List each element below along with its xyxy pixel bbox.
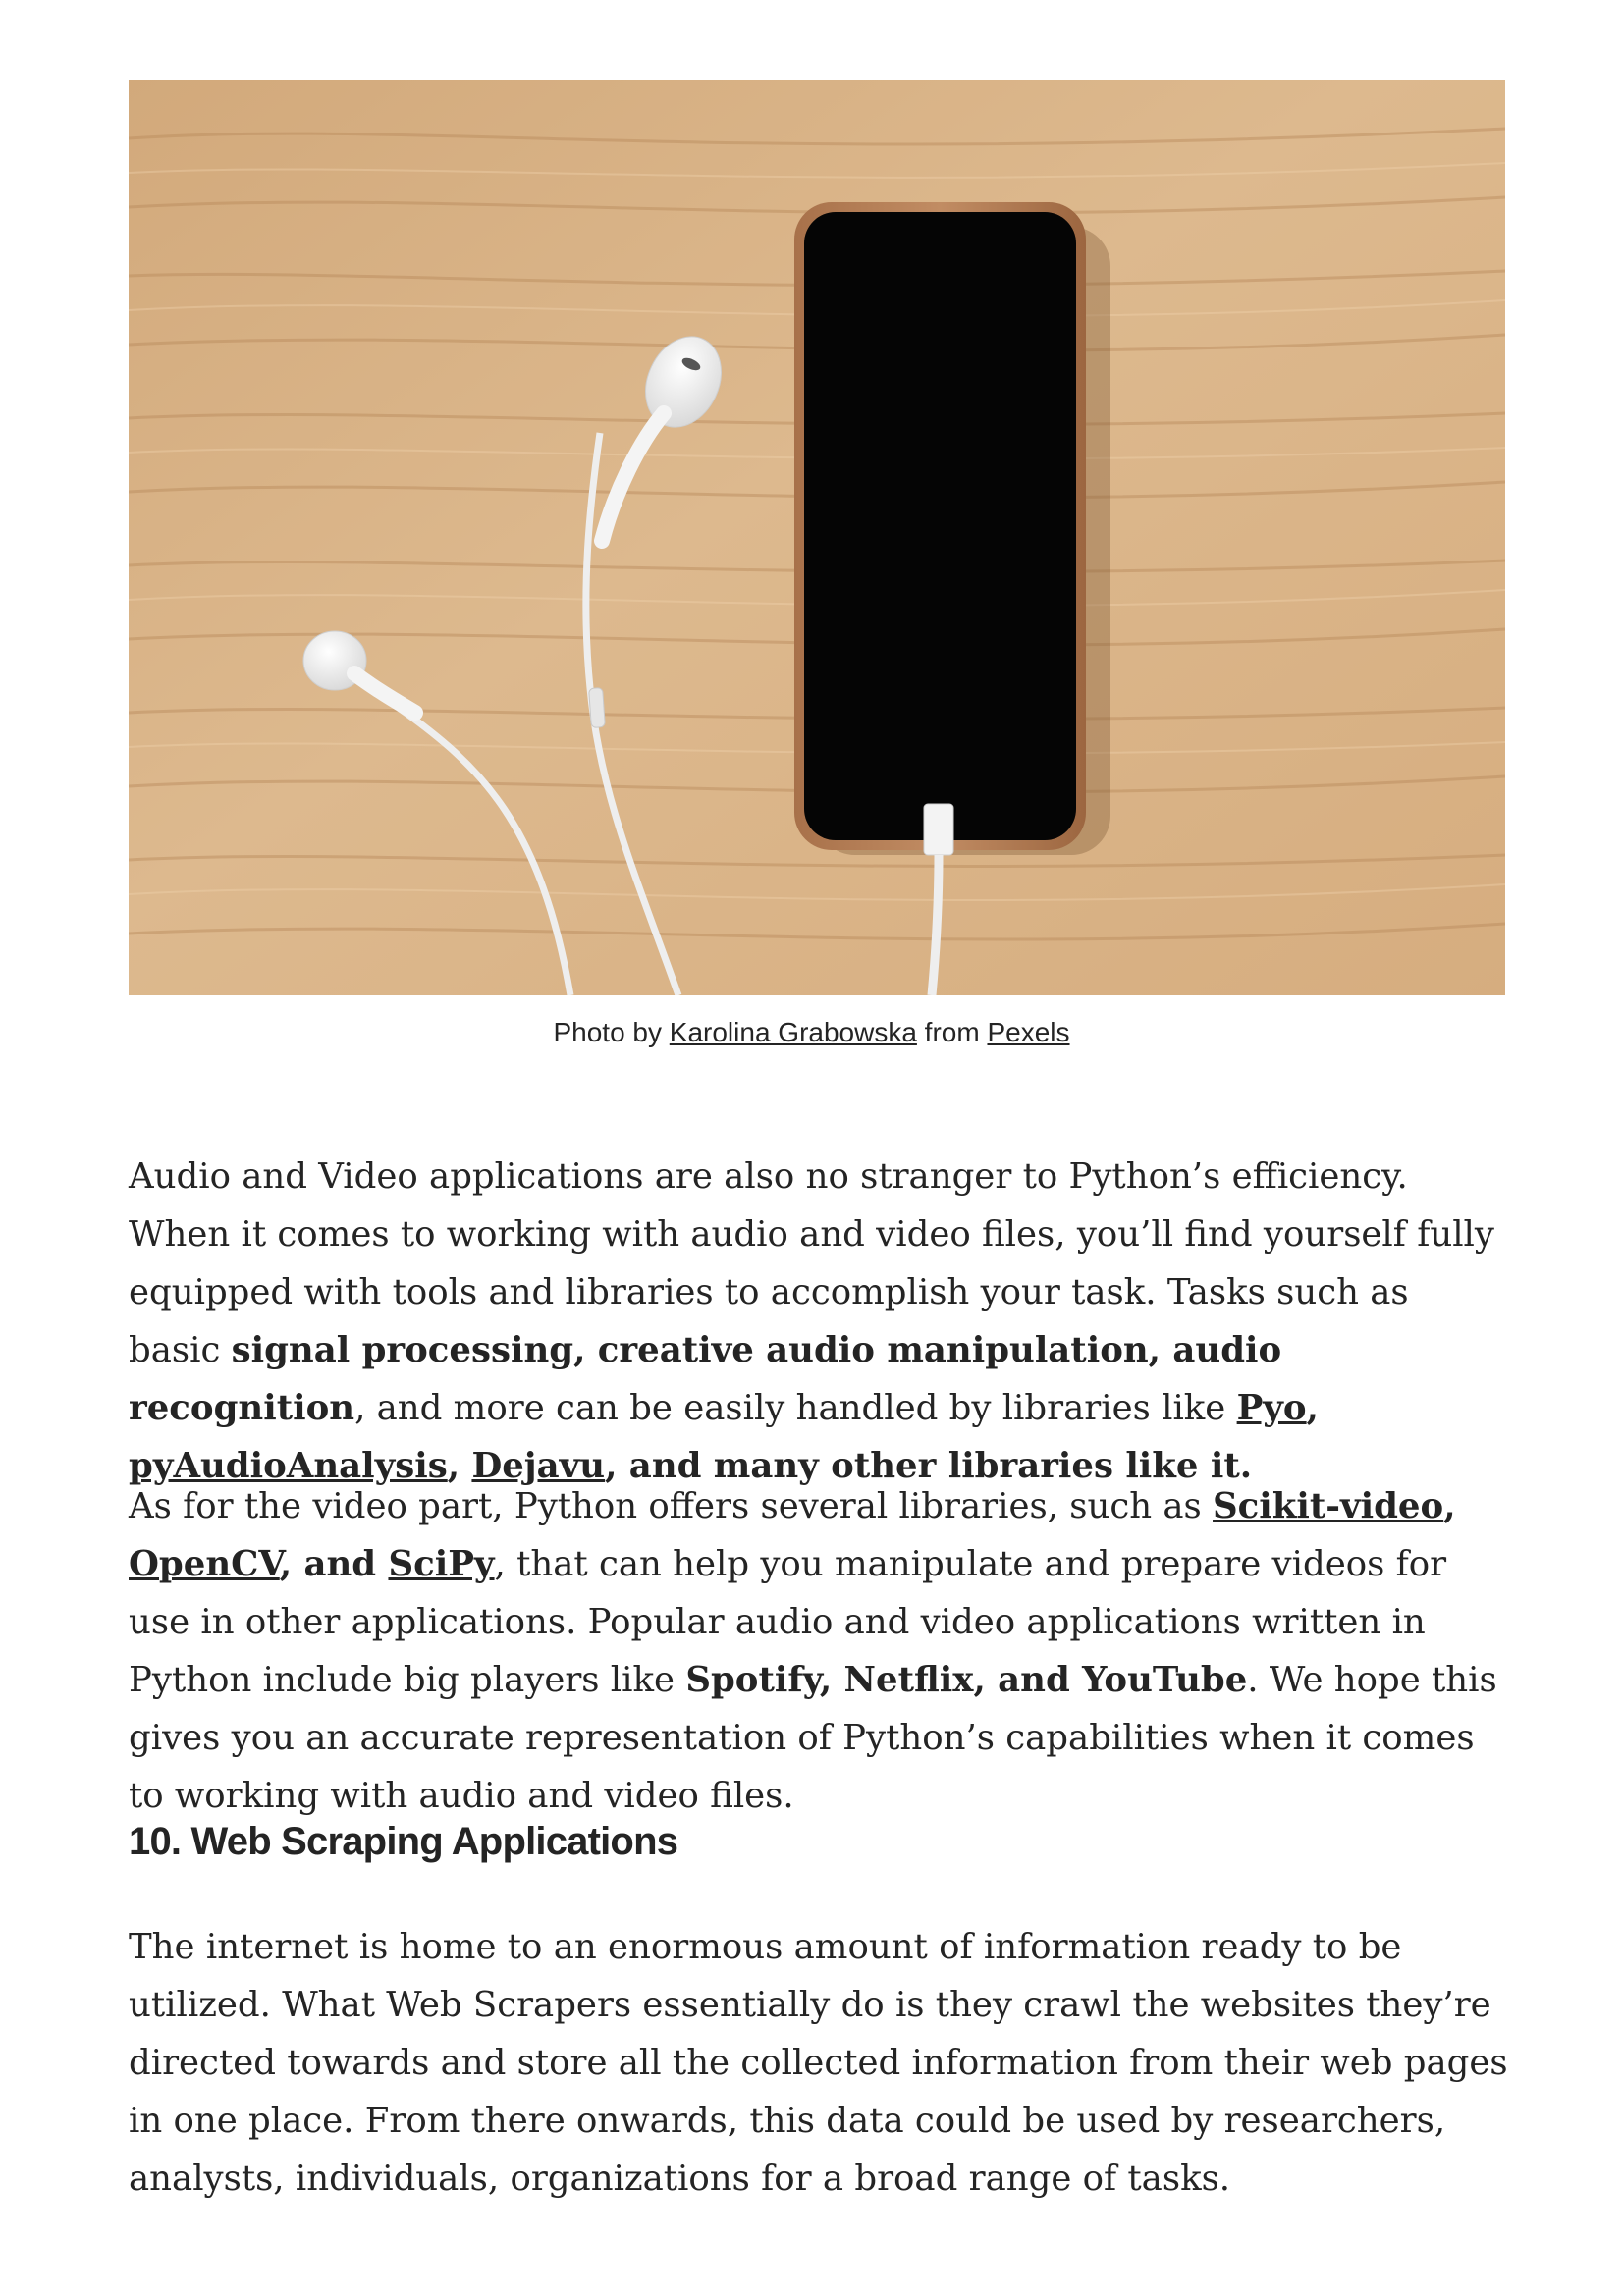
paragraph-video-libraries: As for the video part, Python offers sev… (129, 1477, 1508, 1825)
caption-source-link[interactable]: Pexels (987, 1017, 1069, 1047)
caption-middle: from (916, 1017, 988, 1047)
article-page: Photo by Karolina Grabowska from Pexels … (0, 0, 1623, 2296)
paragraph-web-scraping: The internet is home to an enormous amou… (129, 1926, 1508, 2199)
p1-sep-1: , (1306, 1387, 1319, 1428)
photo-caption: Photo by Karolina Grabowska from Pexels (0, 1017, 1623, 1048)
link-scipy[interactable]: SciPy (388, 1544, 494, 1584)
caption-author-link[interactable]: Karolina Grabowska (670, 1017, 917, 1047)
link-opencv[interactable]: OpenCV (129, 1544, 280, 1584)
caption-prefix: Photo by (553, 1017, 670, 1047)
p2-bold-2: Spotify, Netflix, and YouTube (685, 1659, 1248, 1700)
phone-earphones-image (129, 80, 1505, 995)
p2-text-1: As for the video part, Python offers sev… (129, 1485, 1214, 1526)
link-scikit-video[interactable]: Scikit-video (1213, 1486, 1443, 1526)
article-photo (129, 80, 1505, 995)
link-pyo[interactable]: Pyo (1237, 1388, 1307, 1428)
section-heading-web-scraping: 10. Web Scraping Applications (129, 1820, 678, 1863)
paragraph-audio-video: Audio and Video applications are also no… (129, 1148, 1508, 1495)
p1-text-2: , and more can be easily handled by libr… (354, 1387, 1237, 1428)
p2-bold-1: , and (279, 1543, 389, 1584)
p2-sep-1: , (1443, 1485, 1456, 1526)
